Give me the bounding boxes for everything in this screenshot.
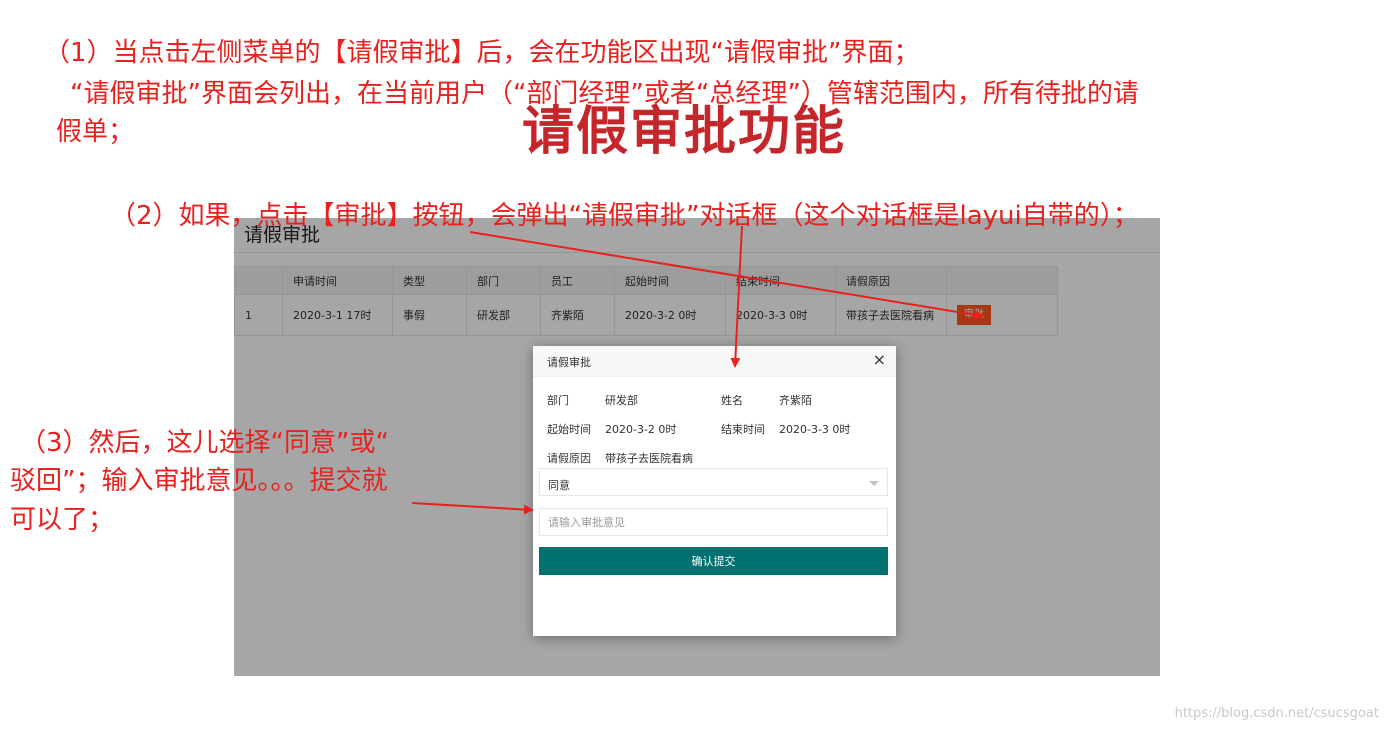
- name-label: 姓名: [721, 394, 743, 407]
- reason-value: 带孩子去医院看病: [605, 452, 693, 465]
- reason-label: 请假原因: [547, 452, 591, 465]
- field-dept: 部门 研发部: [547, 392, 638, 408]
- approval-dialog: 请假审批 × 部门 研发部 姓名 齐紫陌 起始时间 2020-3-2 0时 结束时间 2…: [533, 346, 896, 636]
- chevron-down-icon: [869, 481, 879, 486]
- annotation-step3-line1: （3）然后，这儿选择“同意”或“: [20, 428, 389, 458]
- start-label: 起始时间: [547, 423, 591, 436]
- opinion-input[interactable]: [539, 508, 888, 536]
- end-label: 结束时间: [721, 423, 765, 436]
- submit-button[interactable]: 确认提交: [539, 547, 888, 575]
- field-start: 起始时间 2020-3-2 0时: [547, 421, 676, 437]
- annotation-step2: （2）如果，点击【审批】按钮，会弹出“请假审批”对话框（这个对话框是layui自…: [110, 201, 1139, 231]
- end-value: 2020-3-3 0时: [779, 423, 851, 436]
- dialog-header: 请假审批 ×: [533, 346, 896, 377]
- annotation-step1-line3: 假单；: [56, 117, 135, 147]
- annotation-step3-line3: 可以了；: [10, 505, 115, 535]
- field-name: 姓名 齐紫陌: [721, 392, 812, 408]
- close-icon[interactable]: ×: [873, 351, 886, 369]
- annotation-step1-line1: （1）当点击左侧菜单的【请假审批】后，会在功能区出现“请假审批”界面；: [44, 38, 920, 68]
- decision-select[interactable]: 同意: [539, 468, 888, 496]
- watermark: https://blog.csdn.net/csucsgoat: [1174, 706, 1379, 721]
- field-end: 结束时间 2020-3-3 0时: [721, 421, 850, 437]
- dialog-title: 请假审批: [547, 356, 591, 369]
- field-reason: 请假原因 带孩子去医院看病: [547, 450, 693, 466]
- decision-selected-value: 同意: [548, 479, 570, 492]
- dept-label: 部门: [547, 394, 569, 407]
- annotation-step3-line2: 驳回”；输入审批意见。。。提交就: [10, 466, 388, 496]
- start-value: 2020-3-2 0时: [605, 423, 677, 436]
- name-value: 齐紫陌: [779, 394, 812, 407]
- dept-value: 研发部: [605, 394, 638, 407]
- feature-title: 请假审批功能: [522, 102, 847, 162]
